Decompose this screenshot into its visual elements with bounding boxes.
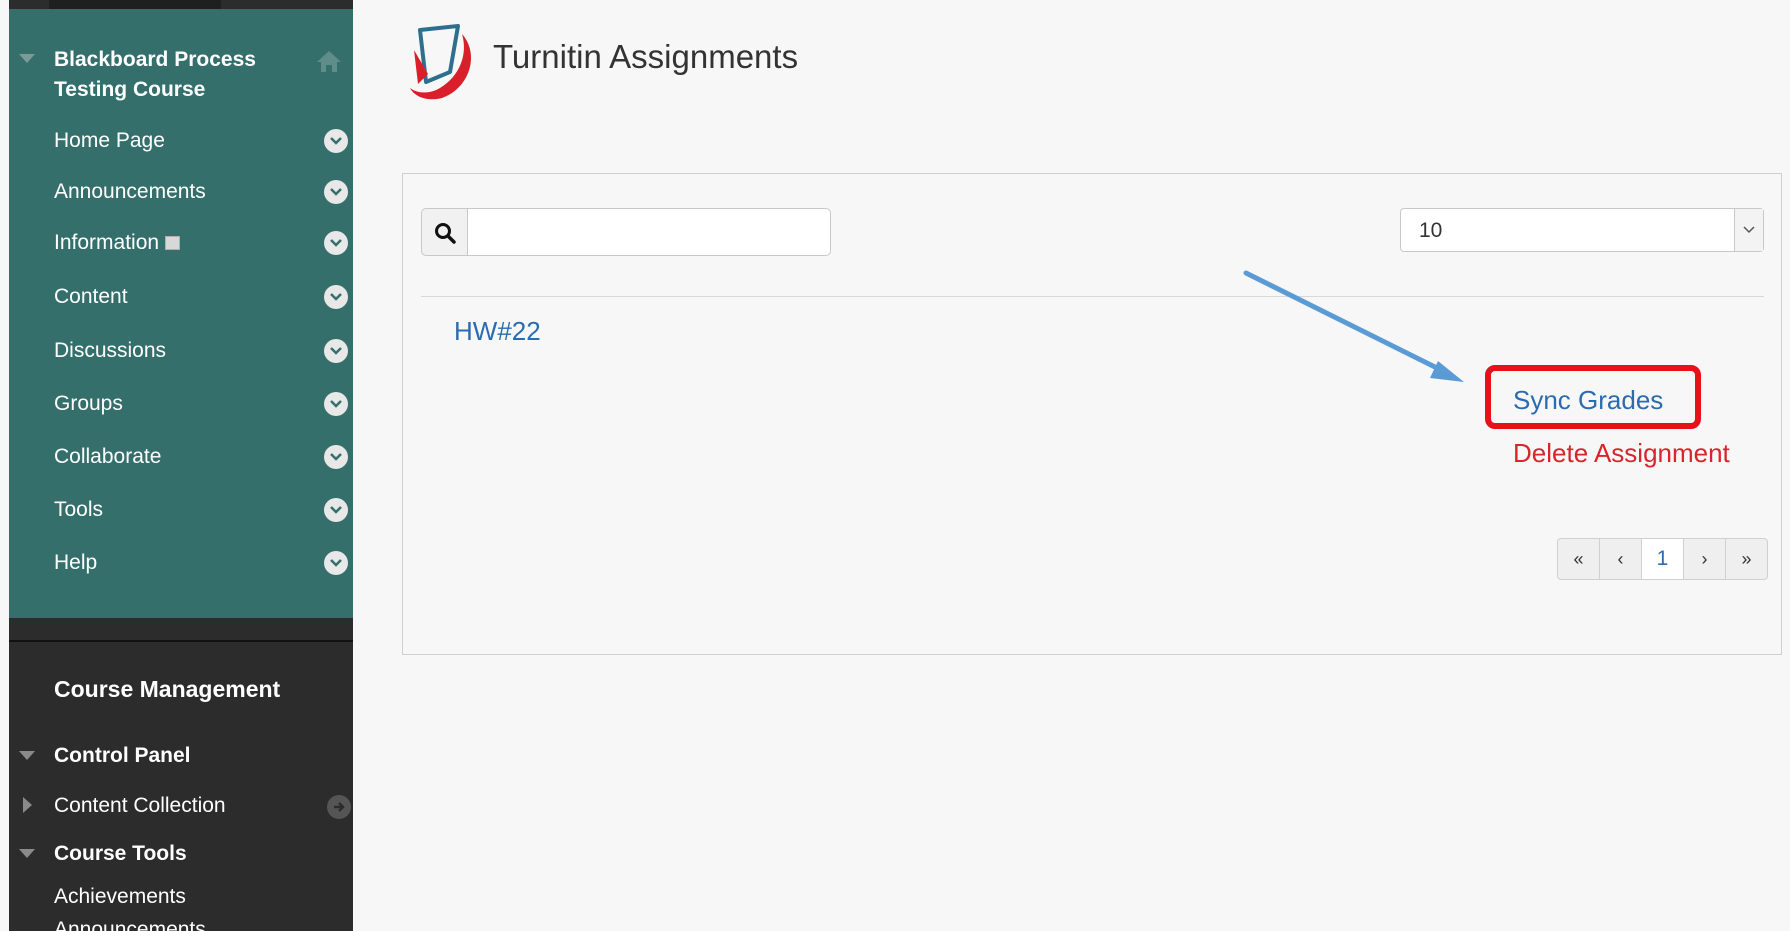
- annotation-arrow-icon: [1243, 270, 1464, 382]
